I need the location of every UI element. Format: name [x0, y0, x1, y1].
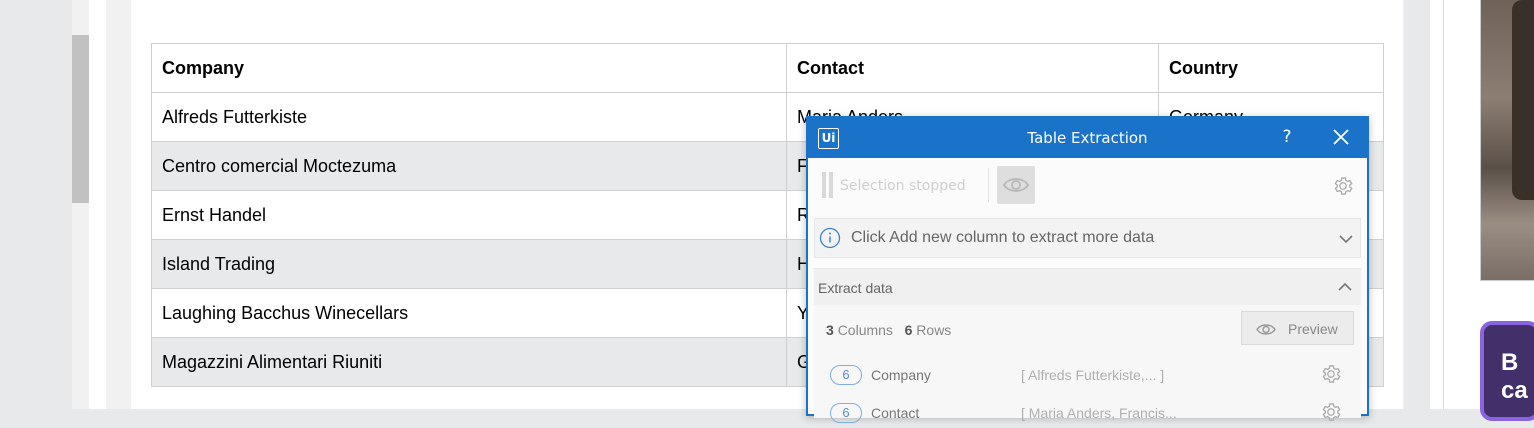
- column-count-badge: 6: [830, 365, 862, 385]
- header-company: Company: [151, 43, 787, 93]
- info-icon: [819, 227, 841, 253]
- column-name: Contact: [871, 405, 920, 421]
- extract-data-title: Extract data: [818, 280, 893, 296]
- eye-icon: [1003, 178, 1029, 192]
- extracted-column-row[interactable]: 6 Company [ Alfreds Futterkiste,... ]: [830, 363, 1350, 389]
- column-count-badge: 6: [830, 403, 862, 423]
- cell-company: Magazzini Alimentari Riuniti: [151, 337, 787, 387]
- preview-label: Preview: [1288, 321, 1338, 337]
- cell-company: Laughing Bacchus Winecellars: [151, 288, 787, 338]
- cell-company: Ernst Handel: [151, 190, 787, 240]
- promo-line-1: B: [1501, 349, 1519, 376]
- header-contact: Contact: [786, 43, 1159, 93]
- help-button[interactable]: ?: [1277, 127, 1297, 149]
- header-country: Country: [1158, 43, 1384, 93]
- sidebar-gap: [89, 0, 106, 409]
- rows-count: 6: [904, 322, 913, 338]
- promo-card[interactable]: B ca: [1480, 321, 1534, 421]
- table-header-row: Company Contact Country: [151, 43, 1384, 93]
- column-gear-icon[interactable]: [1320, 401, 1342, 428]
- highlight-toggle-button[interactable]: [997, 166, 1035, 204]
- table-extraction-dialog: Ui Table Extraction ? Selection stopped: [806, 116, 1369, 423]
- toolbar-divider: [988, 168, 989, 202]
- columns-count: 3: [826, 322, 834, 338]
- right-separator: [1404, 0, 1430, 409]
- photo-figure: [1512, 0, 1534, 200]
- right-sidebar-divider: [1443, 0, 1444, 409]
- preview-button[interactable]: Preview: [1241, 311, 1354, 345]
- rows-label: Rows: [916, 322, 952, 338]
- eye-icon: [1256, 324, 1276, 335]
- scrollbar-thumb[interactable]: [72, 35, 89, 203]
- dialog-toolbar: Selection stopped: [808, 158, 1367, 214]
- info-banner[interactable]: Click Add new column to extract more dat…: [814, 218, 1361, 258]
- cell-company: Alfreds Futterkiste: [151, 92, 787, 142]
- close-icon[interactable]: [1330, 126, 1352, 148]
- cell-company: Centro comercial Moctezuma: [151, 141, 787, 191]
- cell-company: Island Trading: [151, 239, 787, 289]
- extract-data-section: Extract data 3 Columns 6 Rows Preview 6 …: [814, 268, 1361, 423]
- extract-counts: 3 Columns 6 Rows: [826, 322, 951, 338]
- dialog-titlebar[interactable]: Ui Table Extraction ?: [808, 118, 1367, 158]
- promo-text: B ca: [1501, 349, 1528, 405]
- column-preview: [ Maria Anders, Francis...: [1021, 405, 1177, 421]
- chevron-down-icon[interactable]: [1338, 231, 1354, 251]
- promo-line-2: ca: [1501, 377, 1528, 404]
- pause-icon[interactable]: [822, 172, 834, 198]
- page-left-gutter: [0, 0, 72, 409]
- extract-data-header[interactable]: Extract data: [814, 269, 1361, 305]
- column-gear-icon[interactable]: [1320, 363, 1342, 390]
- extracted-column-row[interactable]: 6 Contact [ Maria Anders, Francis...: [830, 401, 1350, 427]
- selection-status: Selection stopped: [840, 178, 966, 194]
- column-name: Company: [871, 367, 931, 383]
- info-message: Click Add new column to extract more dat…: [851, 229, 1155, 246]
- column-preview: [ Alfreds Futterkiste,... ]: [1021, 367, 1165, 383]
- chevron-up-icon[interactable]: [1337, 279, 1353, 299]
- settings-gear-icon[interactable]: [1332, 175, 1354, 201]
- columns-label: Columns: [837, 322, 893, 338]
